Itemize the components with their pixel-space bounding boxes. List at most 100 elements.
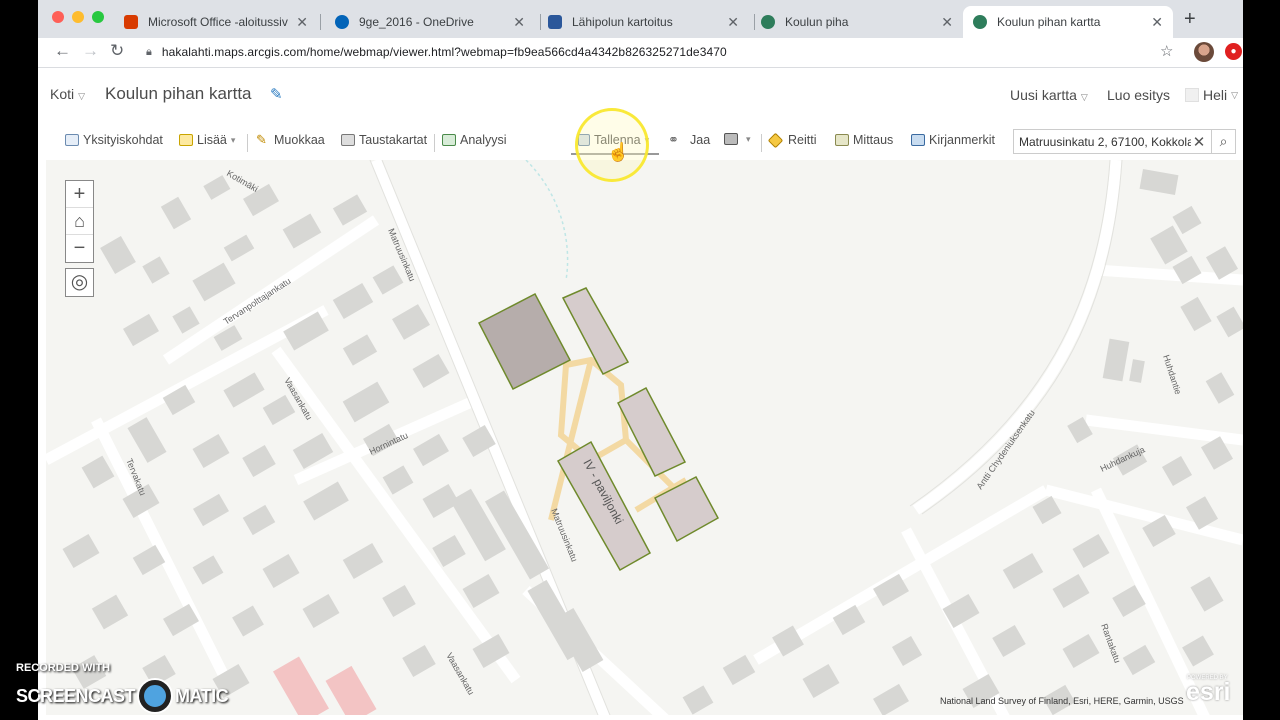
analysis-button[interactable]: Analyysi xyxy=(442,133,507,147)
tab-koulun-pihan-kartta[interactable]: Koulun pihan kartta ✕ xyxy=(963,6,1173,38)
new-map-menu[interactable]: Uusi kartta ▽ xyxy=(1010,87,1088,103)
close-icon[interactable]: ✕ xyxy=(941,14,953,31)
bookmarks-label: Kirjanmerkit xyxy=(929,133,995,147)
link-icon: ⚭ xyxy=(668,132,679,147)
close-icon[interactable]: ✕ xyxy=(727,14,739,31)
screencast-o-icon xyxy=(139,680,172,712)
measure-icon xyxy=(835,134,849,146)
street-label: Huhdantie xyxy=(1161,354,1183,396)
minimize-window-button[interactable] xyxy=(72,11,84,23)
tab-label: Koulun pihan kartta xyxy=(997,15,1101,29)
share-button[interactable]: ⚭ Jaa xyxy=(668,133,710,147)
analysis-label: Analyysi xyxy=(460,133,507,147)
browser-window: Microsoft Office -aloitussivu ✕ 9ge_2016… xyxy=(38,0,1243,720)
watermark-brand-right: MATIC xyxy=(175,685,229,706)
url-text[interactable]: hakalahti.maps.arcgis.com/home/webmap/vi… xyxy=(162,45,727,59)
home-menu[interactable]: Koti ▽ xyxy=(50,86,85,102)
chevron-down-icon: ▽ xyxy=(78,91,86,101)
tab-label: 9ge_2016 - OneDrive xyxy=(359,15,474,29)
school-building xyxy=(653,475,720,543)
analysis-icon xyxy=(442,134,456,146)
lock-icon: 🔒︎ xyxy=(146,45,152,58)
zoom-controls: + ⌂ − xyxy=(65,180,94,263)
close-icon[interactable]: ✕ xyxy=(1191,133,1207,151)
new-map-label: Uusi kartta xyxy=(1010,87,1077,103)
tab-label: Koulun piha xyxy=(785,15,849,29)
toolbar-divider xyxy=(434,134,435,152)
home-icon[interactable]: ⌂ xyxy=(66,208,93,235)
details-label: Yksityiskohdat xyxy=(83,133,163,147)
office-icon xyxy=(124,15,138,29)
search-input[interactable] xyxy=(1019,134,1191,149)
street-label: Vaasankatu xyxy=(444,651,476,697)
print-button[interactable]: ▾ xyxy=(724,133,751,145)
locate-icon[interactable]: ◎ xyxy=(65,268,94,297)
edit-label: Muokkaa xyxy=(274,133,325,147)
directions-icon xyxy=(767,132,784,148)
pencil-icon: ✎ xyxy=(256,132,267,147)
close-window-button[interactable] xyxy=(52,11,64,23)
chevron-down-icon: ▾ xyxy=(230,134,236,145)
map-view[interactable]: Kotimäki Matruusinkatu Tervanpolttajanka… xyxy=(46,160,1243,715)
tab-onedrive[interactable]: 9ge_2016 - OneDrive ✕ xyxy=(325,6,535,38)
tab-koulun-piha[interactable]: Koulun piha ✕ xyxy=(751,6,963,38)
maximize-window-button[interactable] xyxy=(92,11,104,23)
zoom-out-button[interactable]: − xyxy=(66,235,93,262)
tab-office[interactable]: Microsoft Office -aloitussivu ✕ xyxy=(114,6,318,38)
screencast-logo: SCREENCAST MATIC xyxy=(16,680,229,712)
directions-label: Reitti xyxy=(788,133,817,147)
profile-avatar[interactable] xyxy=(1194,42,1214,62)
address-search-box[interactable]: ✕ ⌕ xyxy=(1013,129,1236,154)
bookmarks-icon xyxy=(911,134,925,146)
bookmark-star-icon[interactable]: ☆ xyxy=(1160,42,1173,60)
pencil-icon[interactable]: ✎ xyxy=(270,85,283,103)
basemap: Kotimäki Matruusinkatu Tervanpolttajanka… xyxy=(46,160,1243,715)
back-arrow-icon[interactable]: ← xyxy=(54,41,71,61)
search-icon[interactable]: ⌕ xyxy=(1211,130,1235,153)
arcgis-icon xyxy=(973,15,987,29)
avatar xyxy=(1185,88,1199,102)
add-button[interactable]: Lisää ▾ xyxy=(179,133,235,147)
tab-lahipolun[interactable]: Lähipolun kartoitus ✕ xyxy=(538,6,749,38)
toolbar-divider xyxy=(247,134,248,152)
create-presentation-link[interactable]: Luo esitys xyxy=(1107,87,1170,103)
stream xyxy=(525,160,569,281)
basemap-icon xyxy=(341,134,355,146)
hand-cursor-icon: ☝ xyxy=(607,142,630,162)
share-label: Jaa xyxy=(690,133,711,147)
school-building xyxy=(477,292,572,391)
toolbar-divider xyxy=(761,134,762,152)
directions-button[interactable]: Reitti xyxy=(767,132,817,148)
measure-button[interactable]: Mittaus xyxy=(835,133,893,147)
details-icon xyxy=(65,134,79,146)
user-menu[interactable]: Heli ▽ xyxy=(1185,87,1238,103)
browser-toolbar: ← → ↻ 🔒︎ hakalahti.maps.arcgis.com/home/… xyxy=(38,38,1243,68)
arcgis-header: Koti ▽ Koulun pihan kartta ✎ Uusi kartta ▽… xyxy=(38,68,1243,120)
new-tab-button[interactable]: + xyxy=(1184,8,1196,31)
chevron-down-icon: ▽ xyxy=(1231,89,1239,100)
extension-icon[interactable]: ● xyxy=(1225,43,1242,60)
onedrive-icon xyxy=(335,15,349,29)
close-icon[interactable]: ✕ xyxy=(296,14,308,31)
basemap-label: Taustakartat xyxy=(359,133,428,147)
reload-icon[interactable]: ↻ xyxy=(110,41,124,61)
page-title: Koulun pihan kartta xyxy=(105,84,252,103)
bookmarks-button[interactable]: Kirjanmerkit xyxy=(911,133,995,147)
edit-button[interactable]: ✎ Muokkaa xyxy=(256,133,325,147)
buildings-pink xyxy=(273,656,377,715)
arcgis-icon xyxy=(761,15,775,29)
basemap-button[interactable]: Taustakartat xyxy=(341,133,427,147)
chevron-down-icon: ▾ xyxy=(746,133,751,144)
address-bar[interactable]: 🔒︎ hakalahti.maps.arcgis.com/home/webmap… xyxy=(136,40,1176,64)
zoom-in-button[interactable]: + xyxy=(66,181,93,208)
details-button[interactable]: Yksityiskohdat xyxy=(65,133,163,147)
print-icon xyxy=(724,133,738,145)
close-icon[interactable]: ✕ xyxy=(1151,14,1163,31)
tab-strip: Microsoft Office -aloitussivu ✕ 9ge_2016… xyxy=(38,0,1243,38)
add-icon xyxy=(179,134,193,146)
street-label: Kotimäki xyxy=(225,168,260,194)
watermark-brand-left: SCREENCAST xyxy=(16,685,136,706)
close-icon[interactable]: ✕ xyxy=(513,14,525,31)
forward-arrow-icon[interactable]: → xyxy=(82,41,99,61)
street-label: Matruusinkatu xyxy=(549,507,579,563)
